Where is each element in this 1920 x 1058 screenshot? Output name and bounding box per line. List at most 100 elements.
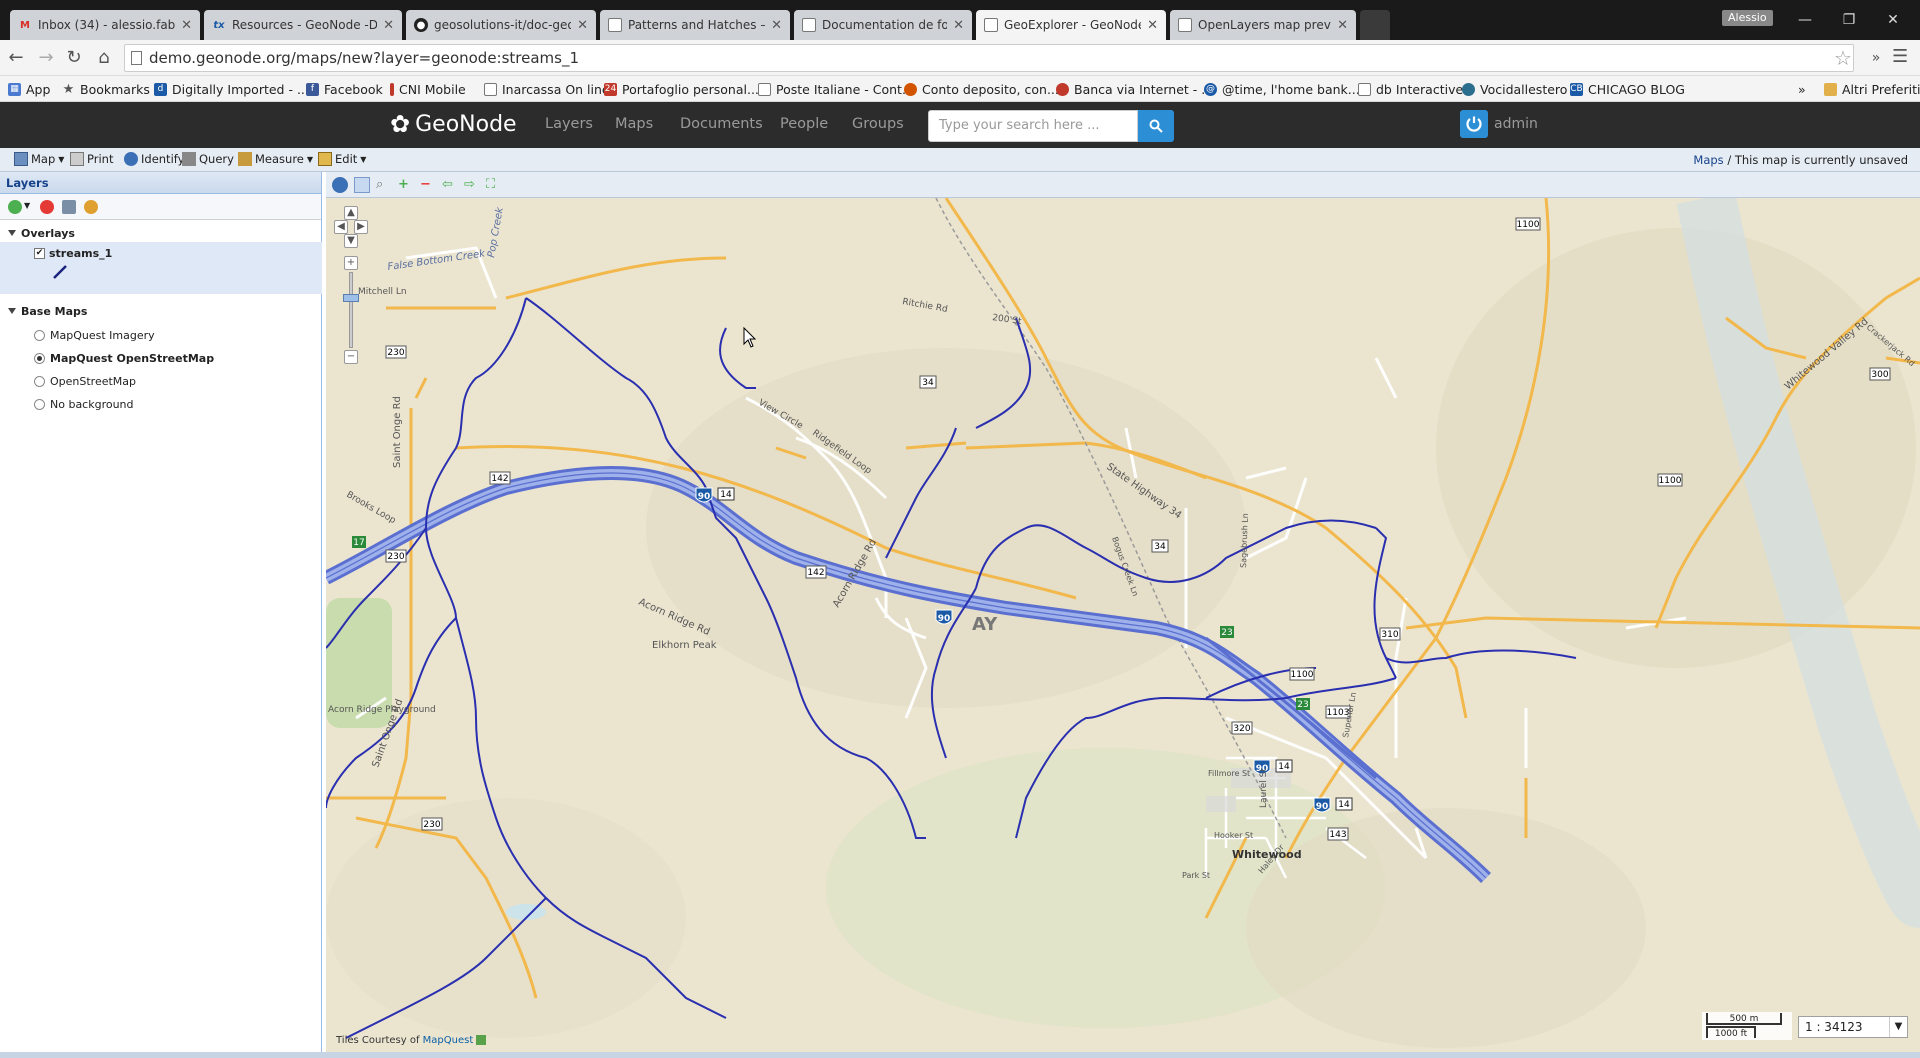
- home-icon[interactable]: ⌂: [92, 46, 116, 70]
- zoom-out-icon[interactable]: −: [420, 177, 436, 193]
- pan-right-icon[interactable]: ▶: [354, 220, 368, 234]
- bookmark-app[interactable]: ▦ App: [8, 80, 50, 98]
- restore-icon[interactable]: ❐: [1834, 8, 1864, 32]
- expand-icon[interactable]: [8, 230, 16, 236]
- bookmark-digitally-imported[interactable]: d Digitally Imported - ...: [154, 80, 309, 98]
- basemap-radio[interactable]: [34, 329, 45, 341]
- bookmark-bookmarks[interactable]: ★ Bookmarks: [62, 80, 150, 98]
- minimize-icon[interactable]: —: [1790, 8, 1820, 32]
- user-menu[interactable]: admin: [1460, 110, 1538, 138]
- identify-button[interactable]: Identify: [124, 152, 184, 166]
- basemap-radio[interactable]: [34, 352, 45, 364]
- close-icon[interactable]: ✕: [771, 18, 782, 33]
- zoom-extent-icon[interactable]: ⛶: [486, 177, 502, 193]
- zoom-in-icon[interactable]: +: [398, 177, 414, 193]
- close-icon[interactable]: ✕: [1337, 18, 1348, 33]
- zoom-box-icon[interactable]: ⌕: [376, 177, 392, 193]
- basemaps-group[interactable]: Base Maps: [8, 302, 87, 320]
- bookmark-banca-via-internet[interactable]: Banca via Internet - ...: [1056, 80, 1213, 98]
- basemap-mapquest-osm[interactable]: MapQuest OpenStreetMap: [34, 349, 214, 367]
- search-input[interactable]: Type your search here ...: [928, 110, 1138, 142]
- bookmark-poste-italiane[interactable]: Poste Italiane - Cont...: [758, 80, 914, 98]
- basemap-mapquest-imagery[interactable]: MapQuest Imagery: [34, 326, 155, 344]
- geonode-logo[interactable]: ✿ GeoNode: [390, 110, 517, 138]
- bookmarks-overflow[interactable]: »: [1798, 80, 1806, 98]
- browser-tab-documentation[interactable]: Documentation de format ✕: [794, 10, 972, 40]
- basemap-radio[interactable]: [34, 398, 45, 410]
- layer-properties-icon[interactable]: [62, 200, 76, 214]
- globe-icon[interactable]: [332, 177, 348, 193]
- new-tab-button[interactable]: [1360, 10, 1390, 40]
- window-close-icon[interactable]: ✕: [1878, 8, 1908, 32]
- back-icon[interactable]: ←: [4, 46, 28, 70]
- browser-menu-icon[interactable]: ☰: [1892, 46, 1908, 67]
- browser-tab-gmail[interactable]: M Inbox (34) - alessio.fabiani ✕: [10, 10, 200, 40]
- query-button[interactable]: Query: [182, 152, 234, 166]
- add-layer-icon[interactable]: [8, 200, 22, 214]
- bookmark-chicago-blog[interactable]: CB CHICAGO BLOG: [1570, 80, 1685, 98]
- measure-button[interactable]: Measure ▼: [238, 152, 313, 166]
- pan-icon[interactable]: [354, 177, 370, 193]
- close-icon[interactable]: ✕: [577, 18, 588, 33]
- layer-styles-icon[interactable]: [84, 200, 98, 214]
- address-bar[interactable]: demo.geonode.org/maps/new?layer=geonode:…: [124, 44, 1854, 72]
- search-button[interactable]: [1138, 110, 1174, 142]
- chevron-down-icon[interactable]: ▼: [1889, 1017, 1907, 1037]
- nav-documents[interactable]: Documents: [680, 116, 763, 132]
- print-button[interactable]: Print: [70, 152, 113, 166]
- browser-tab-github[interactable]: ● geosolutions-it/doc-geon ✕: [406, 10, 596, 40]
- edit-button[interactable]: Edit ▼: [318, 152, 366, 166]
- bookmark-other[interactable]: Altri Preferiti: [1824, 80, 1920, 98]
- browser-tab-resources[interactable]: tx Resources - GeoNode -Do ✕: [204, 10, 402, 40]
- extensions-overflow-icon[interactable]: »: [1864, 46, 1888, 70]
- history-back-icon[interactable]: ⇦: [442, 177, 458, 193]
- zoom-slider-track[interactable]: [349, 272, 353, 348]
- layer-visibility-checkbox[interactable]: ✔: [34, 247, 45, 259]
- bookmark-vocidallestero[interactable]: Vocidallestero: [1462, 80, 1567, 98]
- bookmark-portafoglio[interactable]: 24 Portafoglio personal...: [604, 80, 759, 98]
- bookmark-db-interactive[interactable]: db Interactive: [1358, 80, 1463, 98]
- nav-maps[interactable]: Maps: [615, 116, 653, 132]
- chevron-down-icon[interactable]: ▼: [24, 201, 30, 210]
- expand-icon[interactable]: [8, 308, 16, 314]
- map-canvas[interactable]: 1100 300 1100 34 34 142 142 230 230 230 …: [326, 198, 1920, 1052]
- close-icon[interactable]: ✕: [181, 18, 192, 33]
- pan-up-icon[interactable]: ▲: [344, 206, 358, 220]
- pan-down-icon[interactable]: ▼: [344, 234, 358, 248]
- bookmark-star-icon[interactable]: ☆: [1834, 46, 1852, 70]
- zoom-in-button[interactable]: +: [344, 256, 358, 270]
- nav-groups[interactable]: Groups: [852, 116, 904, 132]
- map-menu-button[interactable]: Map ▼: [14, 152, 64, 166]
- bookmark-inarcassa[interactable]: Inarcassa On line: [484, 80, 610, 98]
- layer-streams-1[interactable]: ✔ streams_1: [34, 244, 112, 262]
- history-forward-icon[interactable]: ⇨: [464, 177, 480, 193]
- close-icon[interactable]: ✕: [383, 18, 394, 33]
- zoom-slider-handle[interactable]: [343, 294, 359, 302]
- bookmark-cni-mobile[interactable]: CNI Mobile: [390, 80, 466, 98]
- mapquest-link[interactable]: MapQuest: [423, 1035, 474, 1046]
- remove-layer-icon[interactable]: [40, 200, 54, 214]
- nav-people[interactable]: People: [780, 116, 828, 132]
- basemap-no-background[interactable]: No background: [34, 395, 134, 413]
- nav-layers[interactable]: Layers: [545, 116, 593, 132]
- basemap-openstreetmap[interactable]: OpenStreetMap: [34, 372, 136, 390]
- search-icon: [1149, 119, 1163, 133]
- overlays-group[interactable]: Overlays: [8, 224, 75, 242]
- breadcrumb-maps-link[interactable]: Maps: [1693, 153, 1723, 167]
- bookmark-facebook[interactable]: f Facebook: [306, 80, 383, 98]
- map-label: Fillmore St: [1208, 769, 1250, 778]
- bookmark-conto-deposito[interactable]: Conto deposito, con...: [904, 80, 1059, 98]
- browser-user-chip[interactable]: Alessio: [1722, 10, 1773, 26]
- browser-tab-openlayers[interactable]: OpenLayers map preview ✕: [1170, 10, 1356, 40]
- basemap-radio[interactable]: [34, 375, 45, 387]
- browser-tab-patterns[interactable]: Patterns and Hatches — G ✕: [600, 10, 790, 40]
- bookmark-time[interactable]: @ @time, l'home bank...: [1204, 80, 1360, 98]
- scale-dropdown[interactable]: 1 : 34123 ▼: [1798, 1016, 1908, 1038]
- close-icon[interactable]: ✕: [1147, 18, 1158, 33]
- zoom-out-button[interactable]: −: [344, 350, 358, 364]
- browser-tab-geoexplorer[interactable]: GeoExplorer - GeoNode ✕: [976, 10, 1166, 40]
- close-icon[interactable]: ✕: [953, 18, 964, 33]
- reload-icon[interactable]: ↻: [62, 46, 86, 70]
- pan-left-icon[interactable]: ◀: [334, 220, 348, 234]
- forward-icon[interactable]: →: [34, 46, 58, 70]
